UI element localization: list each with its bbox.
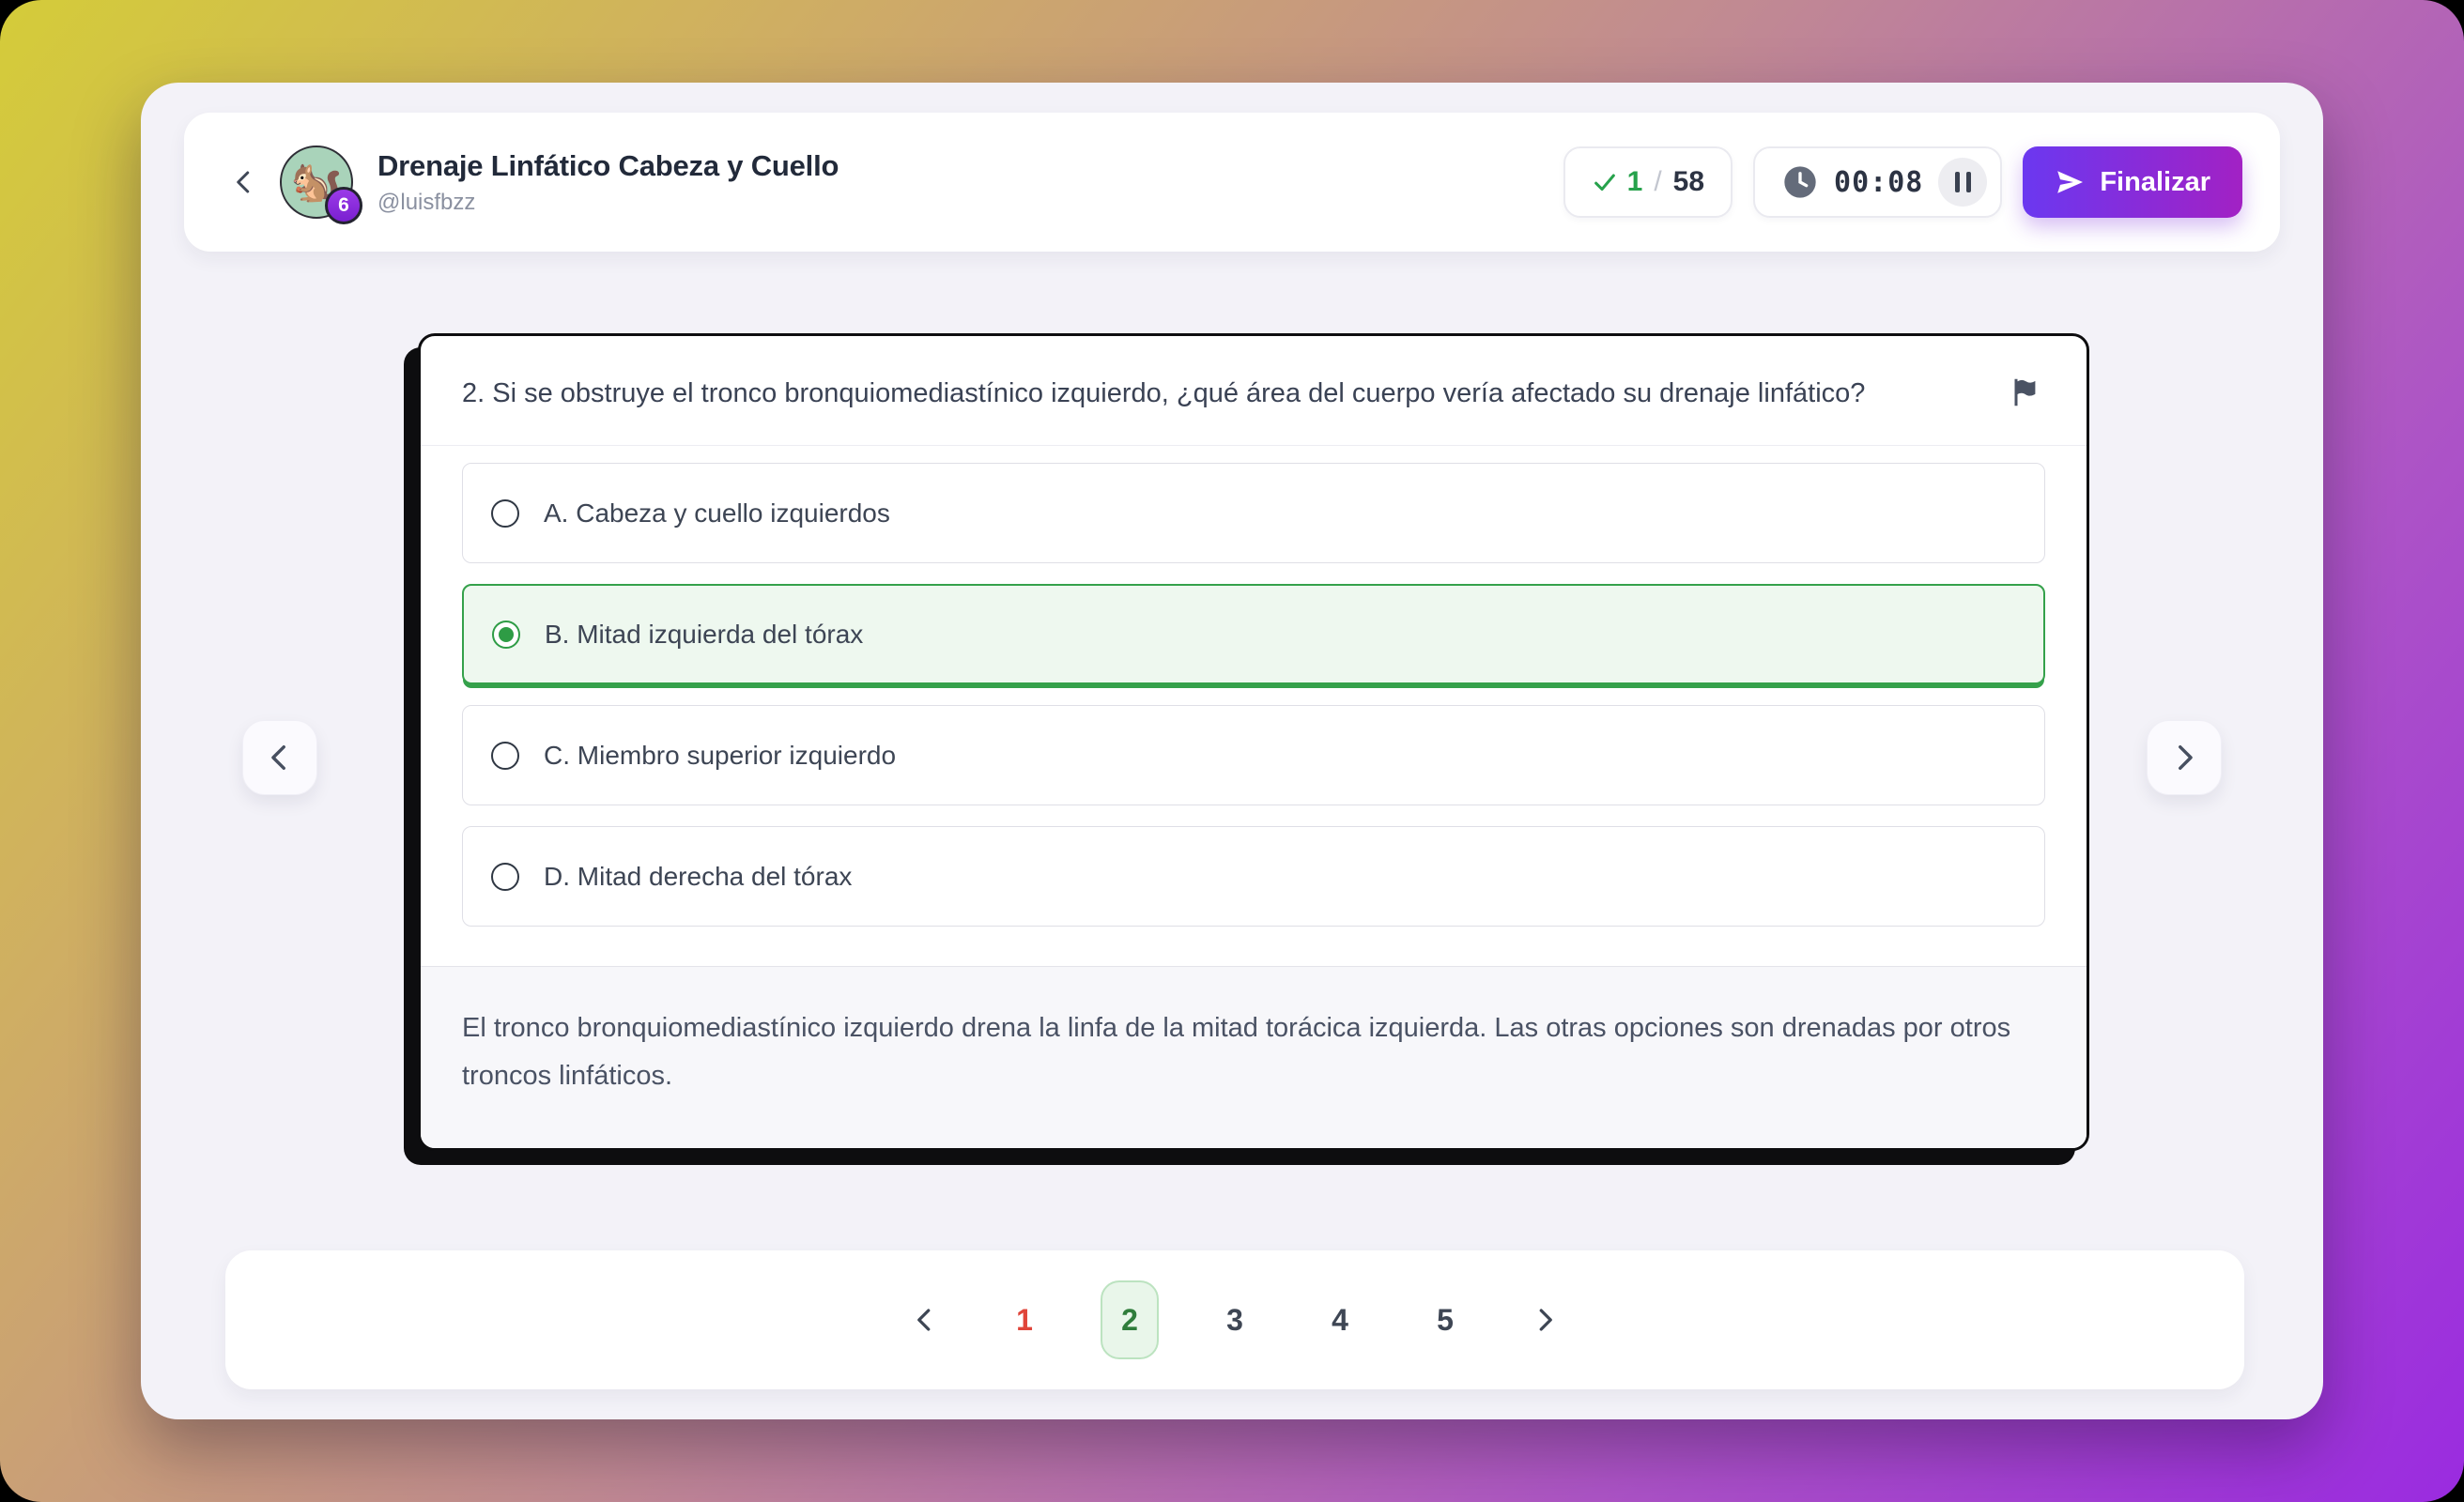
next-question-button[interactable]	[2147, 720, 2222, 795]
page-button-3[interactable]: 3	[1206, 1280, 1264, 1359]
radio-button[interactable]	[492, 621, 520, 649]
quiz-header: 🐿️ 6 Drenaje Linfático Cabeza y Cuello @…	[184, 113, 2280, 252]
option-label: B. Mitad izquierda del tórax	[545, 620, 863, 650]
question-header: 2. Si se obstruye el tronco bronquiomedi…	[421, 336, 2087, 445]
quiz-title-block: Drenaje Linfático Cabeza y Cuello @luisf…	[377, 149, 839, 216]
checkmark-icon	[1592, 169, 1618, 195]
chevron-right-icon	[2168, 742, 2200, 774]
finish-button[interactable]: Finalizar	[2023, 146, 2242, 218]
page-button-4[interactable]: 4	[1311, 1280, 1369, 1359]
timer-value: 00:08	[1834, 166, 1923, 199]
paper-plane-icon	[2055, 167, 2085, 197]
chevron-left-icon	[230, 168, 258, 196]
avatar[interactable]: 🐿️ 6	[280, 146, 353, 219]
avatar-level-badge: 6	[325, 187, 362, 224]
option-label: A. Cabeza y cuello izquierdos	[544, 498, 890, 529]
flag-question-button[interactable]	[2004, 372, 2045, 413]
chevron-right-icon	[1531, 1306, 1559, 1334]
score-current: 1	[1627, 166, 1643, 198]
option-d[interactable]: D. Mitad derecha del tórax	[462, 826, 2045, 927]
answer-explanation: El tronco bronquiomediastínico izquierdo…	[421, 966, 2087, 1148]
score-separator: /	[1654, 166, 1661, 198]
score-total: 58	[1673, 166, 1704, 198]
page-button-5[interactable]: 5	[1416, 1280, 1474, 1359]
pagination-prev-button[interactable]	[901, 1296, 948, 1343]
back-button[interactable]	[222, 160, 267, 205]
chevron-left-icon	[264, 742, 296, 774]
flag-icon	[2008, 376, 2041, 409]
header-actions: 1 / 58 00:08 Finalizar	[1563, 146, 2242, 218]
pause-button[interactable]	[1938, 158, 1987, 207]
page-title: Drenaje Linfático Cabeza y Cuello	[377, 149, 839, 183]
pause-icon	[1955, 172, 1960, 192]
score-badge: 1 / 58	[1563, 146, 1732, 218]
author-username: @luisfbzz	[377, 190, 839, 216]
option-a[interactable]: A. Cabeza y cuello izquierdos	[462, 463, 2045, 563]
page-button-1[interactable]: 1	[995, 1280, 1054, 1359]
radio-button[interactable]	[491, 742, 519, 770]
finish-button-label: Finalizar	[2100, 167, 2210, 198]
pagination-next-button[interactable]	[1521, 1296, 1568, 1343]
background-gradient: 🐿️ 6 Drenaje Linfático Cabeza y Cuello @…	[0, 0, 2464, 1502]
option-b[interactable]: B. Mitad izquierda del tórax	[462, 584, 2045, 684]
option-label: D. Mitad derecha del tórax	[544, 862, 852, 892]
radio-button[interactable]	[491, 499, 519, 528]
question-card: 2. Si se obstruye el tronco bronquiomedi…	[418, 333, 2089, 1151]
chevron-left-icon	[911, 1306, 939, 1334]
pagination-bar: 1 2 3 4 5	[225, 1250, 2244, 1389]
question-text: 2. Si se obstruye el tronco bronquiomedi…	[462, 370, 1936, 417]
quiz-app-card: 🐿️ 6 Drenaje Linfático Cabeza y Cuello @…	[141, 83, 2323, 1419]
clock-icon	[1781, 163, 1819, 201]
option-label: C. Miembro superior izquierdo	[544, 741, 896, 771]
radio-button[interactable]	[491, 863, 519, 891]
previous-question-button[interactable]	[242, 720, 317, 795]
option-c[interactable]: C. Miembro superior izquierdo	[462, 705, 2045, 805]
page-button-2[interactable]: 2	[1101, 1280, 1159, 1359]
options-list: A. Cabeza y cuello izquierdos B. Mitad i…	[421, 445, 2087, 966]
timer-badge: 00:08	[1753, 146, 2002, 218]
